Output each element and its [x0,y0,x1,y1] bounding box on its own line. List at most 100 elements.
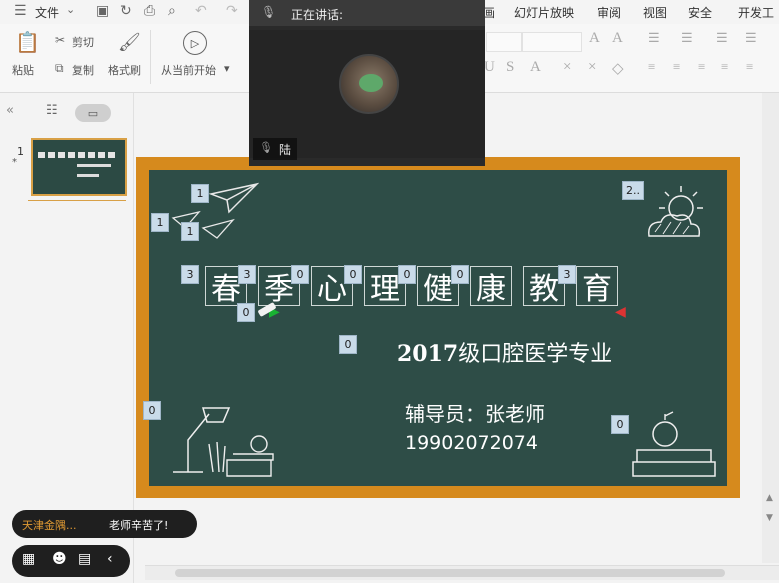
chat-icon[interactable]: ▤ [78,551,91,567]
animation-tag[interactable]: 0 [237,303,255,322]
chevron-down-icon[interactable]: ⌄ [66,3,75,16]
animation-end-icon[interactable]: ◀ [615,304,626,320]
avatar-figure [359,74,383,92]
font-size-combo[interactable] [522,32,582,52]
thumb-line [77,164,111,167]
animation-tag[interactable]: 3 [558,265,576,284]
paste-icon[interactable]: 📋 [15,30,40,54]
export-icon[interactable]: ↻ [120,3,132,19]
scroll-thumb[interactable] [175,569,725,577]
tab-slideshow[interactable]: 幻灯片放映 [514,4,574,21]
vertical-scrollbar[interactable]: ▲ ▼ [762,93,779,563]
play-icon[interactable]: ▷ [183,31,207,55]
scroll-down-icon[interactable]: ▼ [766,513,773,523]
justify-icon[interactable]: ≡ [721,59,728,75]
scissors-icon: ✂ [55,33,66,47]
tab-review[interactable]: 审阅 [597,4,621,21]
divider [150,30,151,84]
distribute-icon[interactable]: ≡ [746,59,753,75]
copy-icon: ⧉ [55,61,64,75]
sun-cloud-icon [648,186,703,237]
bullet-list-icon[interactable]: ☰ [648,30,660,46]
thumb-title [38,152,118,158]
preview-icon[interactable]: ⌕ [168,3,176,19]
paper-plane-icon [209,182,259,214]
underline-icon[interactable]: U [484,59,495,76]
animation-tag[interactable]: 0 [291,265,309,284]
align-left-icon[interactable]: ≡ [648,59,655,75]
superscript-icon[interactable]: × [563,59,571,76]
indent-icon[interactable]: ☰ [716,30,728,46]
chat-message: 老师辛苦了! [109,519,169,532]
phone-text: 19902072074 [405,432,538,454]
strikethrough-icon[interactable]: S [506,59,514,76]
cut-button[interactable]: 剪切 [72,34,94,50]
format-painter-icon: 🖌 [118,32,141,53]
paste-button[interactable]: 粘贴 [12,62,34,78]
animation-tag[interactable]: 0 [143,401,161,420]
name-tag: 🎙 陆 [253,138,297,160]
play-from-current-button[interactable]: 从当前开始 [161,62,216,78]
animation-tag[interactable]: 2.. [622,181,644,200]
animation-tag[interactable]: 0 [344,265,362,284]
align-center-icon[interactable]: ≡ [673,59,680,75]
title-char: 康 [470,266,512,307]
outline-view-icon[interactable]: ☷ [46,103,58,118]
major-text: 级口腔医学专业 [458,342,613,367]
animation-tag[interactable]: 3 [238,265,256,284]
subtitle: 2017级口腔医学专业 [397,336,612,368]
slide-number: 1 [17,145,24,158]
print-icon[interactable]: ⎙ [144,3,155,19]
clear-format-icon[interactable]: ◇ [612,59,624,78]
books-apple-icon [632,411,716,477]
thumbnail-view-icon[interactable]: ▭ [75,104,111,122]
animation-tag[interactable]: 1 [181,222,199,241]
shrink-font-icon[interactable]: A [612,30,623,47]
chat-sender: 天津金隅... [22,519,77,532]
format-painter-button[interactable]: 格式刷 [108,62,141,78]
grow-font-icon[interactable]: A [589,30,600,47]
animation-tag[interactable]: 0 [339,335,357,354]
dropdown-caret-icon[interactable]: ▾ [224,62,230,75]
desk-lamp-icon [173,407,274,477]
meeting-dock: ▦ ☻ ▤ ‹ [12,545,130,577]
animation-tag[interactable]: 0 [611,415,629,434]
slide-divider [28,200,126,201]
align-right-icon[interactable]: ≡ [698,59,705,75]
redo-icon[interactable]: ↷ [226,3,238,19]
file-menu[interactable]: 文件 [35,4,59,21]
chalkboard: 春 季 心 理 健 康 教 育 ▶ ◀ 2017级口腔医学专业 辅导员：张老师 … [149,170,727,486]
video-call-window[interactable]: 🎙 正在讲话: 🎙 陆 [249,0,485,166]
paper-plane-icon [201,218,235,239]
animation-tag[interactable]: 1 [191,184,209,203]
font-color-icon[interactable]: A [530,59,541,76]
collapse-icon[interactable]: « [6,103,14,118]
copy-button[interactable]: 复制 [72,62,94,78]
subscript-icon[interactable]: × [588,59,596,76]
mic-icon: 🎙 [259,141,273,154]
animation-star-icon: * [12,157,17,168]
number-list-icon[interactable]: ☰ [681,30,693,46]
horizontal-scrollbar[interactable] [145,565,779,580]
video-header: 🎙 正在讲话: [249,0,485,26]
scroll-up-icon[interactable]: ▲ [766,493,773,503]
tab-security[interactable]: 安全 [688,4,712,21]
mic-icon: 🎙 [261,5,277,19]
animation-tag[interactable]: 0 [451,265,469,284]
outdent-icon[interactable]: ☰ [745,30,757,46]
emoji-icon[interactable]: ☻ [52,551,67,567]
apps-icon[interactable]: ▦ [22,551,35,567]
chevron-left-icon[interactable]: ‹ [107,551,113,567]
animation-tag[interactable]: 3 [181,265,199,284]
save-icon[interactable]: ▣ [96,3,109,19]
tab-developer[interactable]: 开发工 [738,4,774,21]
tab-view[interactable]: 视图 [643,4,667,21]
animation-tag[interactable]: 1 [151,213,169,232]
animation-tag[interactable]: 0 [398,265,416,284]
slide-thumbnail[interactable] [31,138,127,196]
hamburger-icon[interactable]: ☰ [14,3,27,19]
undo-icon[interactable]: ↶ [195,3,207,19]
font-name-combo[interactable] [486,32,522,52]
thumb-line [77,174,99,177]
speaker-name: 陆 [279,143,292,157]
